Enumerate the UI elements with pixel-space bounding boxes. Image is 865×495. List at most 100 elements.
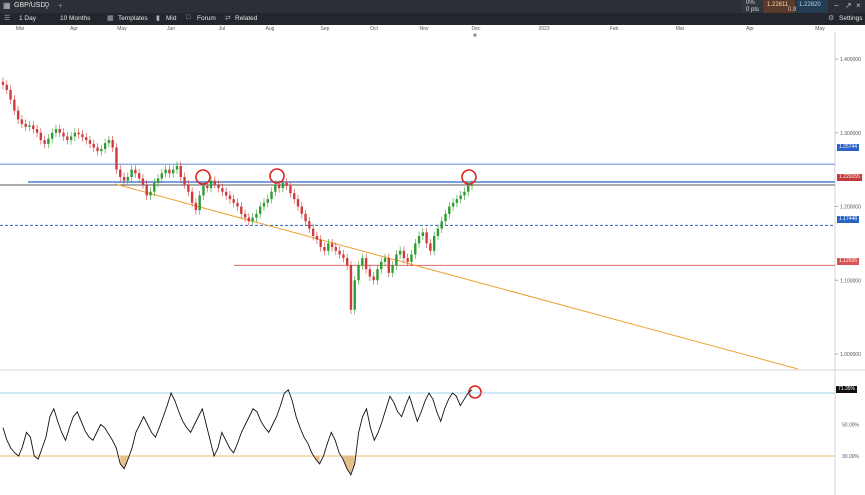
candle-body [183, 177, 186, 185]
candle-body [395, 254, 398, 266]
candle-body [455, 199, 459, 203]
month-label: Dec [472, 26, 481, 32]
candle-body [232, 199, 235, 203]
candle-body [334, 247, 338, 251]
candle-body [251, 217, 254, 222]
candle-body [429, 243, 432, 251]
month-label: Feb [610, 26, 619, 32]
candle-body [66, 136, 69, 141]
candle-body [217, 184, 220, 189]
candle-body [376, 269, 379, 281]
candle-body [380, 261, 383, 270]
candle-body [414, 243, 417, 255]
candle-body [122, 177, 126, 181]
candle-body [175, 165, 179, 170]
candle-body [69, 136, 73, 141]
candle-body [134, 169, 137, 174]
candle-body [228, 195, 232, 200]
rsi-tick-label: 30.00% [842, 454, 860, 460]
candle-body [16, 110, 20, 120]
month-label: Jul [219, 26, 225, 32]
price-chart[interactable]: Mar Apr May Jun Jul Aug Sep Oct Nov Dec 2023 Feb Mar… [0, 0, 865, 495]
price-axis: 1.400000 1.300000 1.200000 1.100000 1.000000 [835, 57, 861, 358]
candle-body [398, 250, 402, 255]
month-label: Mar [16, 26, 25, 32]
candle-body [28, 125, 31, 127]
candle-body [327, 243, 330, 251]
rsi-highlight-circle [468, 385, 482, 399]
month-label: Apr [70, 26, 78, 32]
candle-body [100, 148, 103, 152]
candle-body [266, 199, 269, 203]
candle-body [383, 258, 387, 262]
candle-body [387, 258, 390, 273]
candle-body [236, 202, 239, 207]
month-label: Sep [321, 26, 330, 32]
rsi-line [2, 389, 473, 476]
candle-body [43, 140, 46, 144]
candle-body [172, 169, 175, 174]
candle-body [35, 129, 39, 133]
candle-body [213, 180, 217, 185]
candle-body [54, 129, 58, 133]
candle-body [421, 232, 425, 236]
candle-body [338, 250, 341, 255]
candle-body [448, 206, 451, 214]
candle-body [440, 221, 443, 229]
candle-body [357, 265, 360, 281]
price-tick-label: 1.300000 [840, 131, 861, 137]
candle-body [77, 132, 80, 135]
candle-body [463, 191, 466, 196]
candle-body [126, 177, 130, 181]
candle-body [345, 258, 349, 266]
candle-body [417, 236, 421, 244]
candle-body [270, 191, 273, 200]
candle-body [179, 165, 182, 177]
candle-body [281, 182, 285, 189]
candle-body [364, 258, 368, 270]
price-tick-label: 1.100000 [840, 278, 861, 284]
month-label: Nov [420, 26, 429, 32]
candle-body [103, 143, 107, 149]
candle-body [308, 221, 311, 229]
candle-body [436, 228, 440, 236]
candle-body [240, 206, 243, 214]
month-label: Aug [266, 26, 275, 32]
candle-body [209, 180, 213, 189]
candle-body [425, 232, 428, 244]
candle-body [311, 228, 315, 236]
rsi-tick-label: 50.00% [842, 423, 860, 429]
candle-body [85, 137, 88, 141]
candle-body [13, 99, 16, 111]
candle-body [92, 143, 95, 148]
candle-body [160, 173, 164, 179]
candle-body [1, 81, 5, 85]
candle-body [304, 213, 307, 222]
month-label: Mar [676, 26, 685, 32]
candle-body [141, 178, 145, 185]
calendar-icon: ■ [473, 33, 477, 39]
candle-body [73, 132, 77, 137]
price-tick-label: 1.400000 [840, 57, 861, 63]
candle-body [402, 250, 406, 259]
candle-body [289, 185, 292, 194]
candle-body [39, 132, 43, 141]
candle-body [323, 247, 326, 251]
candle-body [24, 123, 27, 127]
candle-body [319, 239, 322, 248]
month-label: 2023 [538, 26, 549, 32]
candle-body [277, 184, 281, 189]
candle-body [391, 265, 394, 273]
candle-body [50, 132, 54, 139]
tag-current-price: 1.229155 [837, 174, 862, 181]
price-tick-label: 1.200000 [840, 205, 861, 211]
candle-body [88, 140, 92, 144]
candle-body [300, 206, 303, 214]
candle-body [342, 254, 345, 259]
candle-body [156, 178, 160, 183]
candle-body [243, 213, 247, 218]
candle-body [107, 140, 111, 144]
candle-body [353, 280, 356, 310]
candle-body [247, 217, 251, 222]
candle-body [111, 140, 114, 148]
